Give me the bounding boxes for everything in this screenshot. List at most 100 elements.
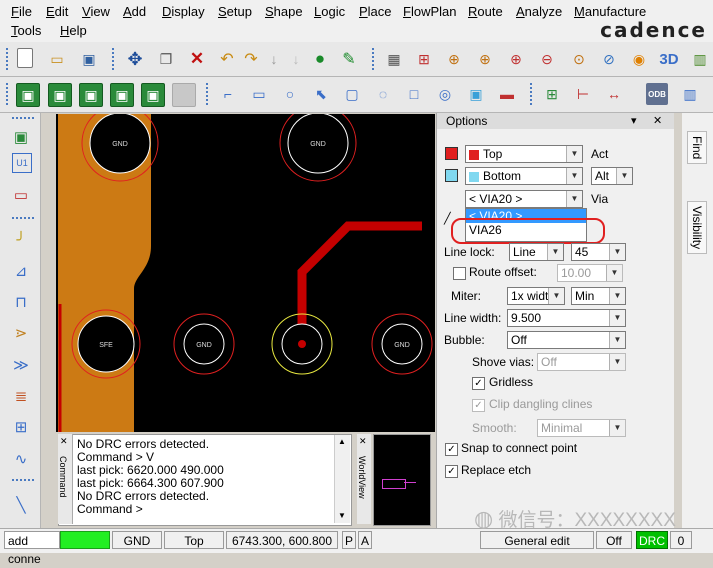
menu-logic[interactable]: Logic [314,4,345,19]
resistor-icon[interactable]: ▭ [9,183,33,207]
menu-manufacture[interactable]: Manufacture [574,4,646,19]
zoom-fit-icon[interactable]: ⊞ [413,48,435,70]
replace-etch-checkbox[interactable]: ✓ [445,465,458,478]
rect-icon[interactable]: ▭ [248,83,270,105]
dim2-icon[interactable]: ↔ [603,83,625,105]
command-window[interactable]: No DRC errors detected. Command > V last… [58,434,352,526]
close-icon[interactable]: ✕ [359,436,367,447]
select-icon[interactable]: ⬉ [310,83,332,105]
scroll-up-icon[interactable]: ▲ [338,437,346,446]
menu-edit[interactable]: Edit [46,4,68,19]
zoom-world-icon[interactable]: ⊖ [536,48,558,70]
menu-place[interactable]: Place [359,4,392,19]
act-layer-select[interactable]: Top ▼ [465,145,583,163]
line-tool-icon[interactable]: ╲ [9,493,33,517]
menu-display[interactable]: Display [162,4,205,19]
line-width-select[interactable]: 9.500 ▼ [507,309,626,327]
redo-icon[interactable]: ↷ [240,48,262,70]
line-icon[interactable]: ⌐ [217,83,239,105]
delete-icon[interactable]: ✕ [186,48,208,70]
down-icon[interactable]: ↓ [263,48,285,70]
menu-tools[interactable]: Tools [11,23,41,38]
route-icon[interactable]: ⊿ [9,259,33,283]
menu-add[interactable]: Add [123,4,146,19]
fanout-icon[interactable]: ⋗ [9,321,33,345]
tune-icon[interactable]: ∿ [9,447,33,471]
u1-icon[interactable]: U1 [12,153,32,173]
tab-find[interactable]: Find [687,131,707,165]
redraw-icon[interactable]: ⊙ [568,48,590,70]
layer3-icon[interactable]: ▣ [79,83,103,107]
menu-shape[interactable]: Shape [265,4,303,19]
grid-icon[interactable]: ▦ [383,48,405,70]
3d-icon[interactable]: 3D [658,48,680,70]
move-icon[interactable]: ✥ [124,48,146,70]
odb-icon[interactable]: ODB [646,83,668,105]
stop-icon[interactable]: ● [309,48,331,70]
orange-icon[interactable]: ◉ [628,48,650,70]
layer5-icon[interactable]: ▣ [141,83,165,107]
bus-icon[interactable]: ≣ [9,384,33,408]
flag-icon[interactable]: ▥ [689,48,711,70]
pad-icon[interactable]: ▣ [9,125,33,149]
fill-icon[interactable]: ▣ [465,83,487,105]
eraser-icon[interactable]: ▬ [496,83,518,105]
menu-flowplan[interactable]: FlowPlan [403,4,456,19]
save-icon[interactable]: ▣ [78,48,100,70]
pin-icon[interactable]: ▾ [631,113,637,129]
menu-file[interactable]: File [11,4,32,19]
menu-setup[interactable]: Setup [218,4,252,19]
menu-help[interactable]: Help [60,23,87,38]
layer2-icon[interactable]: ▣ [48,83,72,107]
undo-icon[interactable]: ↶ [216,48,238,70]
line-lock-type-select[interactable]: Line ▼ [509,243,564,261]
gridless-checkbox[interactable]: ✓ [472,377,485,390]
close-icon[interactable]: ✕ [653,113,662,129]
scroll-down-icon[interactable]: ▼ [338,511,346,520]
clip-checkbox[interactable]: ✓ [472,399,485,412]
alt-select[interactable]: Alt ▼ [591,167,633,185]
connect-icon[interactable]: ╯ [9,228,33,252]
open-icon[interactable]: ▭ [46,48,68,70]
worldview-panel[interactable] [373,434,431,526]
status-a[interactable]: A [358,531,372,549]
bubble-select[interactable]: Off ▼ [507,331,626,349]
via-select[interactable]: < VIA20 > ▼ [465,190,583,208]
menu-view[interactable]: View [82,4,110,19]
route-offset-checkbox[interactable] [453,267,466,280]
dim-icon[interactable]: ⊢ [572,83,594,105]
close-icon[interactable]: ✕ [60,436,68,447]
menu-analyze[interactable]: Analyze [516,4,562,19]
top-layer-color[interactable] [445,147,458,160]
line-lock-angle-select[interactable]: 45 ▼ [571,243,626,261]
layer6-icon[interactable] [172,83,196,107]
zoom-out-icon[interactable]: ⊕ [474,48,496,70]
book-icon[interactable]: ▥ [679,83,701,105]
miter-select[interactable]: 1x width ▼ [507,287,565,305]
tab-visibility[interactable]: Visibility [687,201,707,255]
refresh-icon[interactable]: ⊘ [598,48,620,70]
bottom-layer-color[interactable] [445,169,458,182]
circle2-icon[interactable]: ◎ [434,83,456,105]
new-icon[interactable] [17,48,33,68]
via-array-icon[interactable]: ⊞ [9,415,33,439]
layer-icon[interactable]: ▣ [16,83,40,107]
circle-icon[interactable]: ○ [279,83,301,105]
shove-vias-select[interactable]: Off ▼ [537,353,626,371]
route-offset-select[interactable]: 10.00 ▼ [557,264,623,282]
diffpair-icon[interactable]: ≫ [9,353,33,377]
miter-min-select[interactable]: Min ▼ [571,287,626,305]
zoom-in-icon[interactable]: ⊕ [443,48,465,70]
design-canvas[interactable]: GND GND SFE GND GND [56,114,435,432]
alt-layer-select[interactable]: Bottom ▼ [465,167,583,185]
copy-icon[interactable]: ❐ [155,48,177,70]
status-p[interactable]: P [342,531,356,549]
down-gray-icon[interactable]: ↓ [285,48,307,70]
smooth-select[interactable]: Minimal ▼ [537,419,626,437]
command-scrollbar[interactable]: ▲ ▼ [334,435,350,523]
slide-icon[interactable]: ⊓ [9,290,33,314]
zoom-prev-icon[interactable]: ⊕ [505,48,527,70]
measure-icon[interactable]: ⊞ [541,83,563,105]
arc-icon[interactable]: ◌ [372,83,394,105]
square-icon[interactable]: □ [403,83,425,105]
